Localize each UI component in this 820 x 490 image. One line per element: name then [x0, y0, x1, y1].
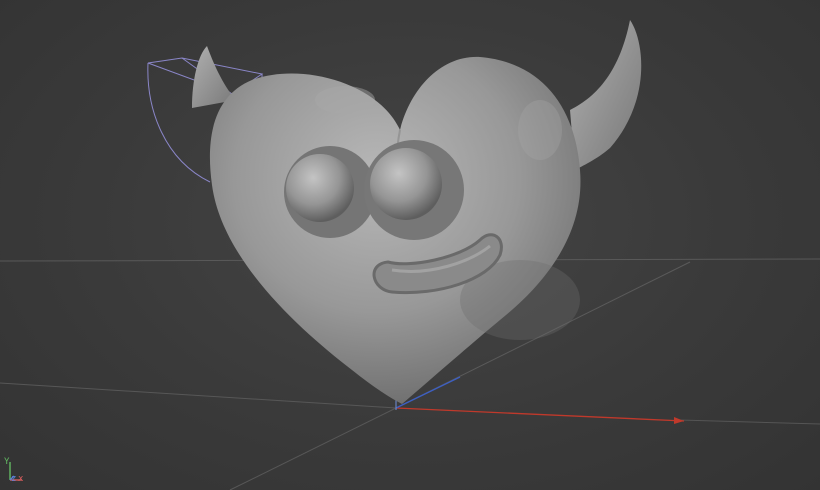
left-eye: [286, 154, 354, 222]
right-horn: [570, 20, 642, 170]
right-eye: [370, 148, 442, 220]
view-axis-gizmo: Y z x: [4, 458, 44, 486]
grid-line-right: [679, 419, 820, 425]
grid-line-front: [229, 407, 397, 490]
gizmo-x-label: x: [18, 474, 24, 484]
gizmo-y-label: Y: [4, 457, 10, 467]
3d-viewport[interactable]: Y z x: [0, 0, 820, 490]
viewport-scene: [0, 20, 820, 490]
sculpt-bump-left: [315, 86, 375, 114]
x-axis-arrow: [674, 417, 684, 424]
x-axis-line: [395, 407, 685, 422]
grid-line-left: [0, 382, 397, 409]
gizmo-z-label: z: [11, 474, 17, 484]
sculpt-bump-right: [518, 100, 562, 160]
